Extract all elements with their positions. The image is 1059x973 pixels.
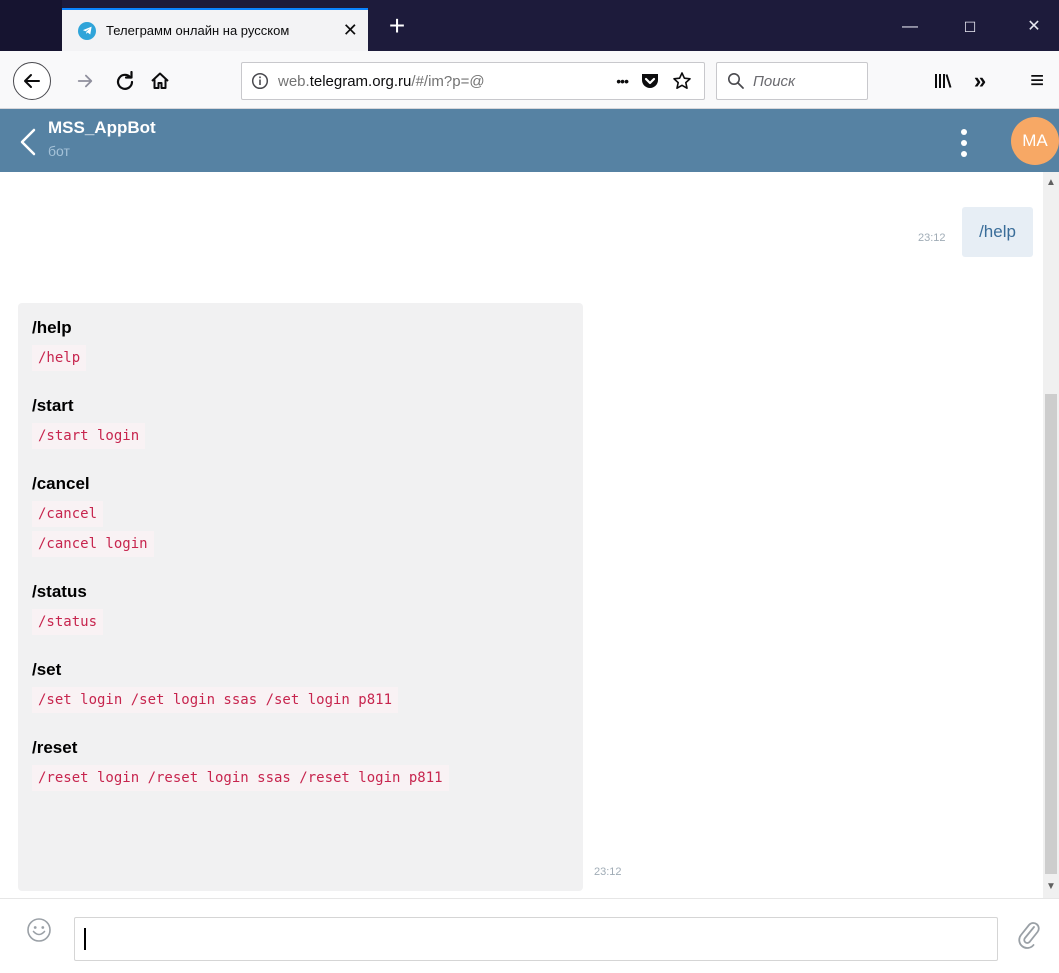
- bookmark-star-icon[interactable]: [672, 71, 692, 91]
- minimize-button[interactable]: —: [887, 10, 933, 44]
- command-example: /cancel: [32, 501, 104, 527]
- chat-header: MSS_AppBot бот MA: [0, 109, 1059, 172]
- telegram-icon: [78, 21, 96, 40]
- url-bar[interactable]: web.telegram.org.ru/#/im?p=@ •••: [241, 62, 705, 100]
- paperclip-icon[interactable]: [1016, 919, 1042, 949]
- back-button[interactable]: [13, 62, 51, 100]
- scroll-up-arrow-icon[interactable]: ▲: [1043, 175, 1059, 191]
- library-button[interactable]: [926, 64, 960, 98]
- command-title: /set: [32, 660, 62, 679]
- command-block-set: /set /set login /set login ssas /set log…: [32, 657, 583, 713]
- browser-tab-bar: Телеграмм онлайн на русском ✕ + — ☐ ✕: [0, 0, 1059, 51]
- hamburger-menu-icon[interactable]: ≡: [1020, 64, 1054, 98]
- new-tab-button[interactable]: +: [380, 10, 414, 44]
- command-block-cancel: /cancel /cancel /cancel login: [32, 471, 583, 557]
- outgoing-message-time: 23:12: [918, 232, 946, 244]
- close-window-button[interactable]: ✕: [1011, 10, 1057, 44]
- tab-close-icon[interactable]: ✕: [341, 20, 360, 41]
- command-example: /status: [32, 609, 104, 635]
- maximize-button[interactable]: ☐: [947, 10, 993, 44]
- command-title: /reset: [32, 738, 78, 757]
- command-title: /help: [32, 318, 72, 337]
- message-input[interactable]: [74, 917, 998, 961]
- outgoing-message-bubble: /help: [962, 207, 1033, 257]
- kebab-menu-icon[interactable]: [952, 126, 976, 160]
- avatar[interactable]: MA: [1011, 117, 1059, 165]
- forward-arrow-icon: [77, 74, 93, 88]
- home-icon: [151, 72, 169, 89]
- scrollbar-thumb[interactable]: [1045, 394, 1057, 874]
- page-actions-more-icon[interactable]: •••: [616, 73, 629, 89]
- command-example: /start login: [32, 423, 146, 449]
- home-button[interactable]: [143, 64, 177, 98]
- back-arrow-icon: [24, 74, 40, 88]
- reload-button[interactable]: [108, 64, 142, 98]
- message-composer: [0, 898, 1059, 973]
- command-title: /status: [32, 582, 87, 601]
- command-title: /cancel: [32, 474, 90, 493]
- search-bar[interactable]: Поиск: [716, 62, 868, 100]
- message-list[interactable]: 23:12 /help /help /help /start /start lo…: [0, 172, 1043, 898]
- navigation-toolbar: web.telegram.org.ru/#/im?p=@ ••• Поиск »…: [0, 51, 1059, 109]
- command-block-start: /start /start login: [32, 393, 583, 449]
- scroll-down-arrow-icon[interactable]: ▼: [1043, 879, 1059, 895]
- url-prefix: web.: [278, 72, 310, 90]
- command-block-reset: /reset /reset login /reset login ssas /r…: [32, 735, 583, 791]
- emoji-icon[interactable]: [26, 917, 52, 943]
- overflow-chevrons-icon[interactable]: »: [963, 64, 997, 98]
- command-title: /start: [32, 396, 74, 415]
- tab-title: Телеграмм онлайн на русском: [106, 23, 290, 38]
- chat-subtitle: бот: [48, 143, 70, 159]
- command-example: /reset login /reset login ssas /reset lo…: [32, 765, 449, 791]
- pocket-icon[interactable]: [640, 72, 660, 90]
- chat-scrollbar[interactable]: ▲ ▼: [1043, 172, 1059, 898]
- text-cursor: [84, 928, 86, 950]
- chevron-left-icon[interactable]: [18, 127, 38, 157]
- search-placeholder: Поиск: [753, 72, 796, 90]
- info-icon[interactable]: [242, 72, 278, 90]
- reload-icon: [116, 71, 134, 90]
- command-block-status: /status /status: [32, 579, 583, 635]
- url-path: /#/im?p=@: [411, 72, 485, 90]
- url-text[interactable]: web.telegram.org.ru/#/im?p=@: [278, 73, 548, 90]
- active-tab[interactable]: Телеграмм онлайн на русском ✕: [62, 8, 368, 51]
- chat-title[interactable]: MSS_AppBot: [48, 118, 156, 138]
- command-example: /set login /set login ssas /set login p8…: [32, 687, 399, 713]
- url-host: telegram.org.ru: [309, 72, 412, 90]
- library-icon: [935, 74, 952, 88]
- command-example: /cancel login: [32, 531, 154, 557]
- forward-button[interactable]: [68, 64, 102, 98]
- incoming-message-bubble: /help /help /start /start login /cancel …: [18, 303, 583, 891]
- search-icon: [728, 73, 744, 89]
- tab-bar-spacer: [0, 0, 62, 51]
- command-block-help: /help /help: [32, 315, 583, 371]
- incoming-message-time: 23:12: [594, 866, 622, 878]
- command-example: /help: [32, 345, 87, 371]
